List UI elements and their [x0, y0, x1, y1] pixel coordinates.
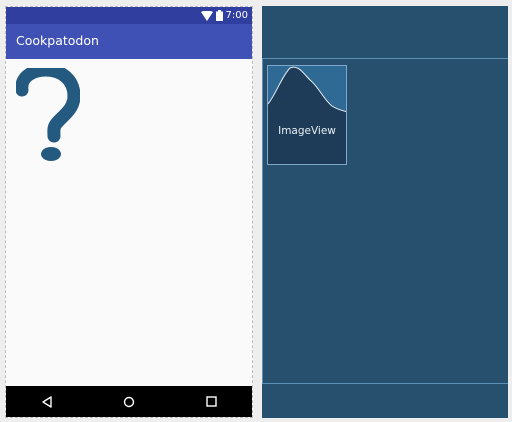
- design-preview: 7:00 Cookpatodon: [5, 6, 253, 418]
- image-placeholder-icon: [268, 66, 346, 113]
- app-bar: Cookpatodon: [6, 24, 252, 59]
- back-icon[interactable]: [27, 386, 67, 417]
- recents-icon[interactable]: [191, 386, 231, 417]
- blueprint-nav-area: [262, 385, 508, 418]
- status-time: 7:00: [225, 10, 248, 21]
- status-icons: 7:00: [200, 7, 248, 25]
- battery-icon: [215, 7, 223, 25]
- home-icon[interactable]: [109, 386, 149, 417]
- content-area: [6, 59, 252, 386]
- status-bar: 7:00: [6, 7, 252, 24]
- app-title: Cookpatodon: [16, 33, 99, 48]
- blueprint-imageview[interactable]: ImageView: [267, 65, 347, 165]
- image-view[interactable]: [15, 63, 81, 162]
- imageview-label: ImageView: [278, 125, 336, 137]
- question-mark-icon: [15, 63, 81, 161]
- blueprint-toolbar-area: [262, 6, 508, 57]
- blueprint-preview: ImageView: [262, 6, 508, 418]
- wifi-icon: [200, 7, 213, 25]
- blueprint-content-area: ImageView: [262, 58, 508, 384]
- nav-bar: [6, 386, 252, 417]
